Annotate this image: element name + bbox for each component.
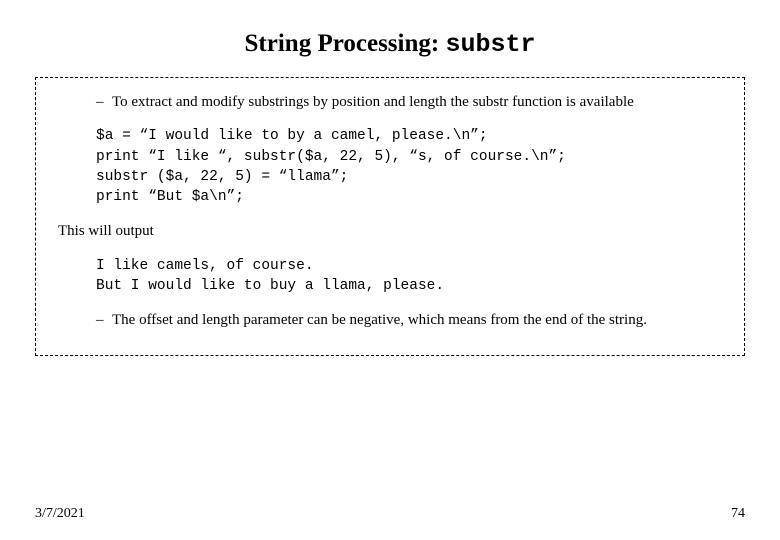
output-intro: This will output bbox=[58, 221, 722, 241]
bullet-note: – The offset and length parameter can be… bbox=[96, 310, 722, 330]
code-output: I like camels, of course. But I would li… bbox=[96, 256, 722, 297]
content-box: – To extract and modify substrings by po… bbox=[35, 77, 745, 356]
bullet-intro: – To extract and modify substrings by po… bbox=[96, 92, 722, 112]
footer: 3/7/2021 74 bbox=[35, 506, 745, 522]
slide-title: String Processing: substr bbox=[35, 30, 745, 59]
title-code: substr bbox=[445, 30, 535, 59]
bullet-note-text: The offset and length parameter can be n… bbox=[112, 310, 722, 330]
title-text: String Processing: bbox=[245, 30, 446, 57]
footer-page: 74 bbox=[731, 506, 745, 522]
bullet-dash: – bbox=[96, 92, 112, 112]
bullet-dash: – bbox=[96, 310, 112, 330]
footer-date: 3/7/2021 bbox=[35, 506, 85, 522]
code-example-1: $a = “I would like to by a camel, please… bbox=[96, 126, 722, 207]
bullet-intro-text: To extract and modify substrings by posi… bbox=[112, 92, 722, 112]
